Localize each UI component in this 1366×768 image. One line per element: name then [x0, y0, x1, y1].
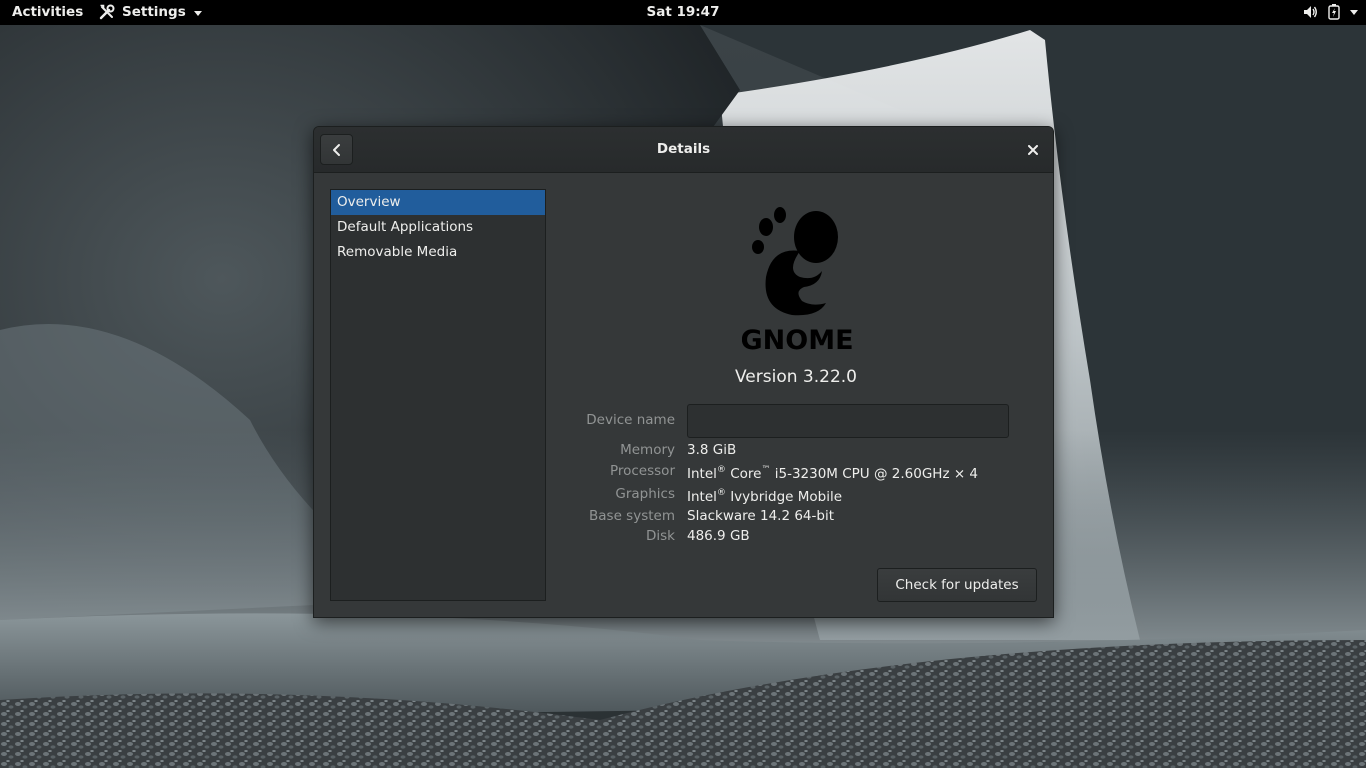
device-name-label: Device name: [586, 412, 675, 428]
back-button[interactable]: [320, 134, 353, 165]
memory-value: 3.8 GiB: [687, 442, 737, 458]
gnome-logo-text: GNOME: [742, 325, 852, 355]
close-button[interactable]: [1023, 140, 1043, 160]
gnome-logo: GNOME: [742, 207, 852, 355]
graphics-value: Intel® Ivybridge Mobile: [687, 488, 843, 505]
system-menu-arrow-icon: [1350, 9, 1358, 15]
window-title: Details: [656, 141, 711, 157]
base-system-label: Base system: [589, 508, 675, 524]
clock-button[interactable]: Sat 19:47: [647, 4, 720, 20]
gnome-version: Version 3.22.0: [735, 367, 857, 387]
app-menu[interactable]: Settings: [98, 3, 202, 21]
memory-label: Memory: [620, 442, 675, 458]
app-menu-label: Settings: [122, 4, 186, 20]
processor-label: Processor: [609, 463, 675, 479]
chevron-left-icon: [332, 143, 340, 156]
dropdown-arrow-icon: [193, 10, 202, 16]
disk-label: Disk: [646, 528, 675, 544]
settings-tools-icon: [99, 4, 115, 20]
status-area[interactable]: [1302, 4, 1358, 20]
graphics-label: Graphics: [615, 486, 675, 502]
clock-container: Sat 19:47: [0, 4, 1366, 20]
sidebar-item-removable-media[interactable]: Removable Media: [331, 240, 545, 265]
check-for-updates-button[interactable]: Check for updates: [877, 568, 1037, 602]
activities-button[interactable]: Activities: [12, 4, 83, 20]
sidebar-item-default-applications[interactable]: Default Applications: [331, 215, 545, 240]
volume-icon: [1304, 6, 1317, 18]
details-window: Details Overview Default Applications Re…: [313, 126, 1054, 618]
close-icon: [1028, 145, 1038, 155]
battery-icon: [1328, 4, 1340, 20]
processor-value: Intel® Core™ i5-3230M CPU @ 2.60GHz × 4: [687, 465, 979, 482]
header-bar: Details: [314, 127, 1053, 173]
sidebar-item-overview[interactable]: Overview: [331, 190, 545, 215]
device-name-field[interactable]: [687, 404, 1009, 438]
disk-value: 486.9 GB: [687, 528, 750, 544]
top-bar: Activities Settings Sat 19:47: [0, 0, 1366, 25]
base-system-value: Slackware 14.2 64-bit: [687, 508, 835, 524]
